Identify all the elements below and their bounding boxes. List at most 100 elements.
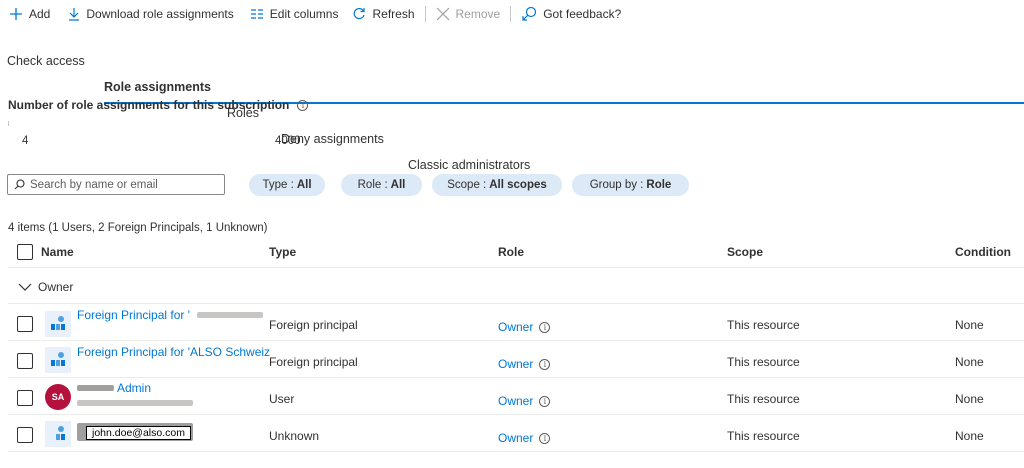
info-icon[interactable]: i xyxy=(539,321,551,333)
role-link[interactable]: Owner xyxy=(498,394,533,408)
row-scope: This resource xyxy=(727,392,800,406)
row-role: Owner i xyxy=(498,357,551,371)
column-header-condition[interactable]: Condition xyxy=(955,245,1011,259)
got-feedback-button[interactable]: Got feedback? xyxy=(515,0,627,28)
info-icon[interactable]: i xyxy=(297,99,309,111)
tab-deny-assignments[interactable]: Deny assignments xyxy=(281,128,1024,154)
search-input[interactable]: Search by name or email xyxy=(7,174,225,195)
search-placeholder: Search by name or email xyxy=(30,178,158,191)
type-filter-pill[interactable]: Type : All xyxy=(249,174,325,196)
email-label: john.doe@also.com xyxy=(86,426,191,440)
group-by-filter-value: Role xyxy=(646,179,672,191)
count-progress-track xyxy=(8,121,9,126)
row-type: Foreign principal xyxy=(269,318,358,332)
group-by-filter-pill[interactable]: Group by : Role xyxy=(572,174,689,196)
row-checkbox[interactable] xyxy=(17,427,33,443)
row-condition: None xyxy=(955,429,984,443)
role-filter-value: All xyxy=(390,179,406,191)
row-checkbox[interactable] xyxy=(17,390,33,406)
group-by-filter-label: Group by : xyxy=(589,179,644,191)
row-name-link[interactable]: Foreign Principal for ' xyxy=(77,308,190,322)
add-button[interactable]: Add xyxy=(0,0,56,28)
type-filter-value: All xyxy=(296,179,312,191)
redacted-text xyxy=(77,385,114,391)
role-filter-label: Role : xyxy=(357,179,388,191)
tab-roles[interactable]: Roles xyxy=(227,102,1024,128)
row-divider xyxy=(8,340,1024,341)
add-label: Add xyxy=(29,7,51,21)
row-scope: This resource xyxy=(727,318,800,332)
role-link[interactable]: Owner xyxy=(498,320,533,334)
row-divider xyxy=(8,303,1024,304)
row-role: Owner i xyxy=(498,431,551,445)
plus-icon xyxy=(10,8,22,20)
chevron-down-icon xyxy=(18,283,32,291)
scope-filter-pill[interactable]: Scope : All scopes xyxy=(432,174,562,196)
info-icon[interactable]: i xyxy=(539,432,551,444)
remove-label: Remove xyxy=(455,7,501,21)
header-divider xyxy=(8,267,1024,268)
feedback-icon xyxy=(522,6,537,21)
column-header-type[interactable]: Type xyxy=(269,245,296,259)
refresh-button[interactable]: Refresh xyxy=(346,0,420,28)
role-link[interactable]: Owner xyxy=(498,431,533,445)
items-summary: 4 items (1 Users, 2 Foreign Principals, … xyxy=(8,222,268,234)
download-label: Download role assignments xyxy=(86,7,234,21)
row-checkbox[interactable] xyxy=(17,353,33,369)
row-type: User xyxy=(269,392,295,406)
count-title-text: Number of role assignments for this subs… xyxy=(8,98,290,112)
scope-filter-value: All scopes xyxy=(489,179,547,191)
tab-check-access[interactable]: Check access xyxy=(7,50,1024,76)
column-header-name[interactable]: Name xyxy=(41,245,74,259)
row-condition: None xyxy=(955,318,984,332)
download-role-assignments-button[interactable]: Download role assignments xyxy=(62,0,239,28)
count-current: 4 xyxy=(22,135,29,147)
app-icon xyxy=(45,347,71,373)
download-icon xyxy=(69,8,80,21)
info-icon[interactable]: i xyxy=(539,395,551,407)
group-label: Owner xyxy=(38,280,74,294)
app-icon xyxy=(45,311,71,337)
redacted-email xyxy=(77,400,193,406)
row-role: Owner i xyxy=(498,394,551,408)
columns-icon xyxy=(250,9,263,19)
edit-columns-label: Edit columns xyxy=(269,7,339,21)
row-name-link[interactable]: Admin xyxy=(117,381,151,395)
row-scope: This resource xyxy=(727,355,800,369)
refresh-icon xyxy=(354,7,366,20)
toolbar-divider xyxy=(424,6,426,22)
row-name-link[interactable]: Foreign Principal for 'ALSO Schweiz xyxy=(77,345,270,359)
info-icon[interactable]: i xyxy=(539,358,551,370)
row-type: Foreign principal xyxy=(269,355,358,369)
count-limit: 4000 xyxy=(275,135,301,147)
row-divider xyxy=(8,414,1024,415)
row-condition: None xyxy=(955,355,984,369)
unknown-principal-icon xyxy=(45,421,71,447)
remove-button[interactable]: Remove xyxy=(430,0,507,28)
redacted-text xyxy=(197,312,263,318)
close-icon xyxy=(436,7,449,21)
row-divider xyxy=(8,451,1024,452)
column-header-role[interactable]: Role xyxy=(498,245,524,259)
refresh-label: Refresh xyxy=(372,7,415,21)
row-role: Owner i xyxy=(498,320,551,334)
column-header-scope[interactable]: Scope xyxy=(727,245,763,259)
row-scope: This resource xyxy=(727,429,800,443)
role-link[interactable]: Owner xyxy=(498,357,533,371)
feedback-label: Got feedback? xyxy=(543,7,622,21)
edit-columns-button[interactable]: Edit columns xyxy=(244,0,345,28)
group-row-owner[interactable]: Owner xyxy=(18,280,73,294)
row-type: Unknown xyxy=(269,429,320,443)
row-divider xyxy=(8,377,1024,378)
type-filter-label: Type : xyxy=(262,179,294,191)
toolbar-divider xyxy=(510,6,512,22)
row-checkbox[interactable] xyxy=(17,316,33,332)
scope-filter-label: Scope : xyxy=(447,179,487,191)
role-assignment-count-title: Number of role assignments for this subs… xyxy=(8,98,309,112)
avatar: SA xyxy=(45,384,71,410)
command-bar: Add Download role assignments Edit colum… xyxy=(0,0,1024,28)
select-all-checkbox[interactable] xyxy=(17,244,33,260)
role-filter-pill[interactable]: Role : All xyxy=(341,174,422,196)
row-condition: None xyxy=(955,392,984,406)
search-icon xyxy=(14,179,25,190)
